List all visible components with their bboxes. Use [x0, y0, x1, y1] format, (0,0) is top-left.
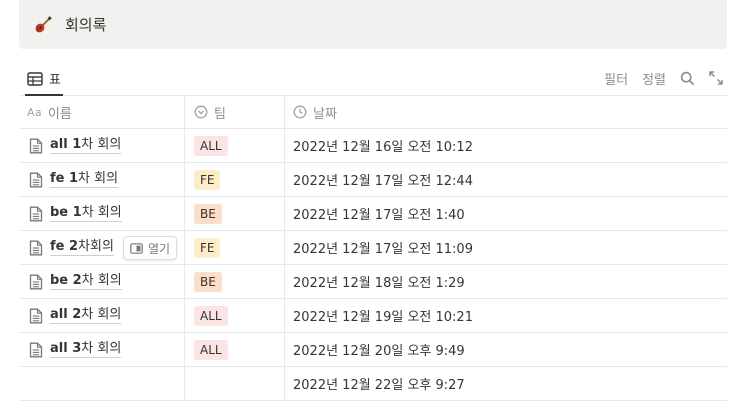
page-icon [29, 240, 43, 256]
select-property-icon [194, 105, 208, 119]
table-row[interactable]: be 1차 회의 BE 2022년 12월 17일 오전 1:40 [19, 197, 727, 231]
table-row[interactable]: fe 1차 회의 FE 2022년 12월 17일 오전 12:44 [19, 163, 727, 197]
table-row[interactable]: all 1차 회의 ALL 2022년 12월 16일 오전 10:12 [19, 129, 727, 163]
team-tag[interactable]: FE [194, 169, 221, 190]
table-header-row: Aa 이름 팀 날짜 [19, 96, 727, 129]
column-header-name[interactable]: Aa 이름 [19, 96, 185, 128]
date-value[interactable]: 2022년 12월 19일 오전 10:21 [293, 306, 473, 325]
team-tag[interactable]: FE [194, 237, 221, 258]
table-row[interactable]: fe 2차회의 열기 FE 2022년 12월 17일 오전 11:09 [19, 231, 727, 265]
column-header-team[interactable]: 팀 [185, 96, 285, 128]
page-icon [29, 274, 43, 290]
date-value[interactable]: 2022년 12월 17일 오전 12:44 [293, 170, 473, 189]
date-value[interactable]: 2022년 12월 16일 오전 10:12 [293, 136, 473, 155]
date-value[interactable]: 2022년 12월 18일 오전 1:29 [293, 272, 465, 291]
empty-team-cell[interactable] [185, 367, 285, 400]
tab-label: 표 [49, 73, 61, 88]
team-tag[interactable]: ALL [194, 339, 228, 360]
table-icon [27, 71, 43, 86]
page-title-link[interactable]: all 1차 회의 [50, 137, 122, 154]
page-title-link[interactable]: be 2차 회의 [50, 273, 122, 290]
page-title-link[interactable]: all 3차 회의 [50, 341, 122, 358]
table-row[interactable]: 2022년 12월 22일 오후 9:27 [19, 367, 727, 401]
team-tag[interactable]: ALL [194, 135, 228, 156]
table-row[interactable]: be 2차 회의 BE 2022년 12월 18일 오전 1:29 [19, 265, 727, 299]
column-header-date[interactable]: 날짜 [285, 96, 727, 128]
database-header: 회의록 [19, 0, 727, 49]
page-icon [29, 138, 43, 154]
tab-table-view[interactable]: 표 [25, 63, 63, 96]
page-title-link[interactable]: fe 1차 회의 [50, 171, 119, 188]
date-value[interactable]: 2022년 12월 22일 오후 9:27 [293, 374, 465, 393]
empty-name-cell[interactable] [19, 367, 185, 400]
team-tag[interactable]: BE [194, 271, 222, 292]
page-title-link[interactable]: all 2차 회의 [50, 307, 122, 324]
text-property-icon: Aa [27, 105, 42, 119]
page-icon [29, 172, 43, 188]
database-table: Aa 이름 팀 날짜 all 1차 회의 ALL 2022년 12월 16일 오… [19, 96, 727, 401]
filter-button[interactable]: 필터 [604, 69, 628, 88]
database-title[interactable]: 회의록 [65, 14, 106, 35]
table-row[interactable]: all 2차 회의 ALL 2022년 12월 19일 오전 10:21 [19, 299, 727, 333]
team-tag[interactable]: ALL [194, 305, 228, 326]
guitar-icon[interactable] [33, 15, 53, 35]
side-peek-icon [130, 242, 143, 254]
table-row[interactable]: all 3차 회의 ALL 2022년 12월 20일 오후 9:49 [19, 333, 727, 367]
clock-icon [293, 105, 307, 119]
sort-button[interactable]: 정렬 [642, 69, 666, 88]
view-bar: 표 필터 정렬 [19, 58, 727, 96]
page-title-link[interactable]: fe 2차회의 [50, 239, 114, 256]
expand-icon[interactable] [709, 71, 723, 85]
page-icon [29, 308, 43, 324]
search-icon[interactable] [680, 71, 695, 86]
page-icon [29, 342, 43, 358]
date-value[interactable]: 2022년 12월 17일 오전 11:09 [293, 238, 473, 257]
page-icon [29, 206, 43, 222]
page-title-link[interactable]: be 1차 회의 [50, 205, 122, 222]
date-value[interactable]: 2022년 12월 17일 오전 1:40 [293, 204, 465, 223]
team-tag[interactable]: BE [194, 203, 222, 224]
view-actions: 필터 정렬 [604, 63, 723, 93]
date-value[interactable]: 2022년 12월 20일 오후 9:49 [293, 340, 465, 359]
open-page-button[interactable]: 열기 [123, 236, 178, 260]
